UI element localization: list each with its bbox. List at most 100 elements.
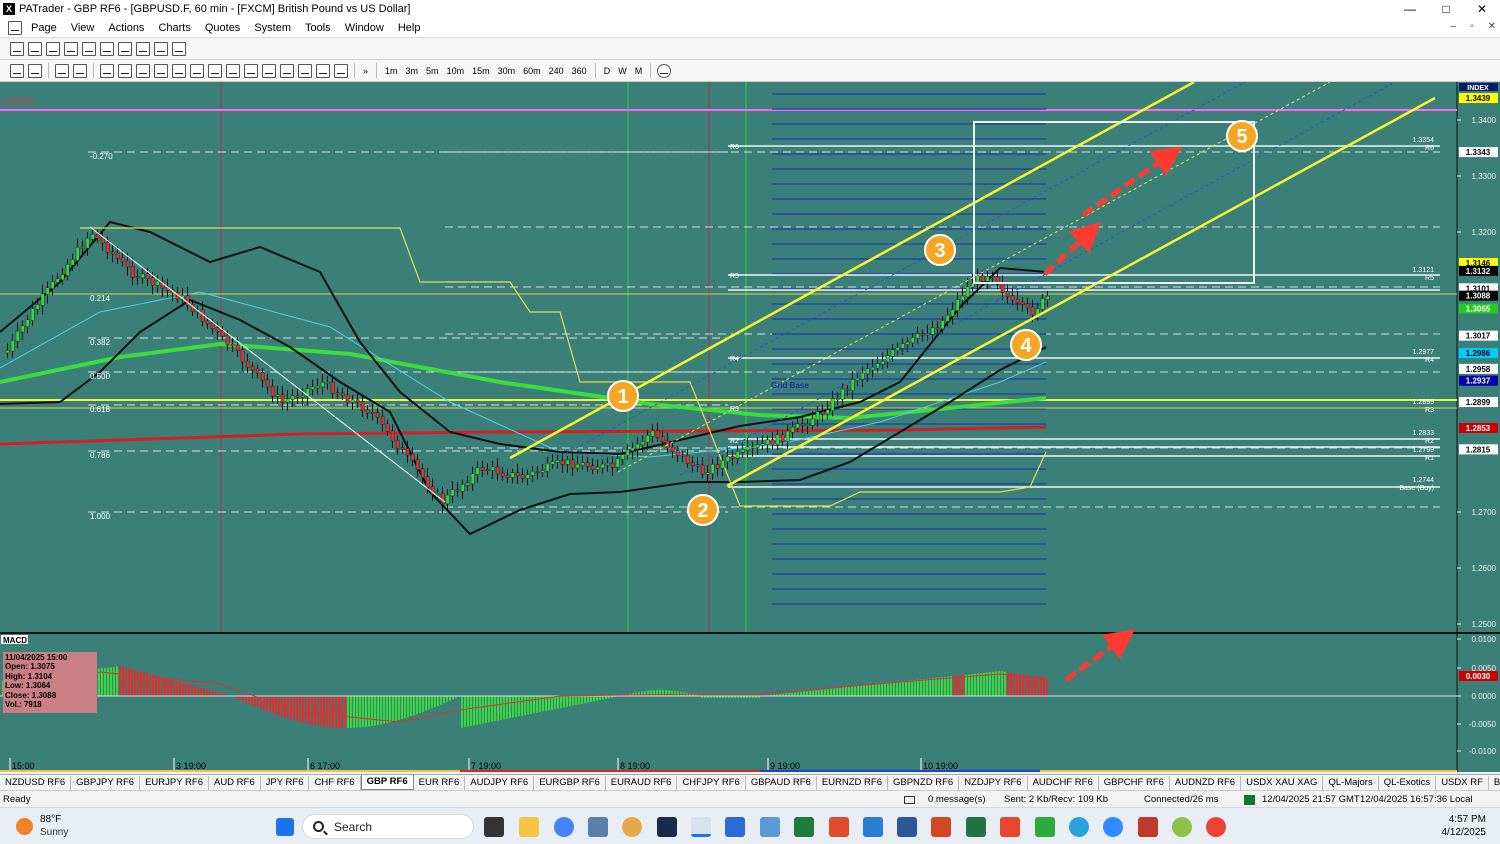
volume-chart-icon[interactable] — [172, 42, 186, 56]
candle-chart-icon[interactable] — [28, 42, 42, 56]
workspace-tab[interactable]: GBPAUD RF6 — [746, 775, 817, 790]
bar-chart-icon[interactable] — [10, 42, 24, 56]
menu-charts[interactable]: Charts — [151, 22, 197, 34]
menu-system[interactable]: System — [247, 22, 298, 34]
indicator-icon[interactable] — [55, 63, 69, 78]
app-icon-orange[interactable] — [622, 817, 642, 837]
telegram-icon[interactable] — [1069, 817, 1089, 837]
task-view-icon[interactable] — [484, 817, 504, 837]
crosshair-icon[interactable] — [73, 63, 87, 78]
mdi-minimize-button[interactable]: – — [1451, 21, 1457, 32]
clock-time[interactable]: 4:57 PM — [1446, 814, 1486, 825]
grid-icon[interactable] — [316, 63, 330, 78]
patrader-taskbar-icon[interactable] — [691, 817, 711, 837]
chrome-icon[interactable] — [554, 817, 574, 837]
horizontal-line-icon[interactable] — [118, 63, 132, 78]
trend-line-icon[interactable] — [154, 63, 168, 78]
workspace-tab[interactable]: AUDCHF RF6 — [1028, 775, 1099, 790]
timeframe-360[interactable]: 360 — [568, 66, 591, 76]
pointer-icon[interactable] — [100, 63, 114, 78]
workspace-tab[interactable]: USDX RF — [1436, 775, 1489, 790]
word-icon[interactable] — [897, 817, 917, 837]
period-monthly[interactable]: M — [631, 66, 647, 76]
workspace-tab[interactable]: EURNZD RF6 — [817, 775, 888, 790]
close-button[interactable]: ✕ — [1464, 0, 1500, 18]
heikin-ashi-icon[interactable] — [154, 42, 168, 56]
mdi-restore-button[interactable]: ▫ — [1470, 21, 1474, 32]
menu-view[interactable]: View — [64, 22, 102, 34]
menu-help[interactable]: Help — [391, 22, 428, 34]
period-weekly[interactable]: W — [614, 66, 631, 76]
powerpoint-icon[interactable] — [931, 817, 951, 837]
vertical-line-icon[interactable] — [136, 63, 150, 78]
taskbar-search[interactable]: Search — [302, 814, 474, 839]
chart-area[interactable]: 1.3400 1.3300 1.3200 1.2700 1.2600 1.2500 0.01… — [0, 82, 1500, 772]
timeframe-10m[interactable]: 10m — [443, 66, 469, 76]
gann-icon[interactable] — [262, 63, 276, 78]
workspace-tab[interactable]: AUD RF6 — [209, 775, 261, 790]
channel-icon[interactable] — [172, 63, 186, 78]
workspace-tab[interactable]: CHFJPY RF6 — [677, 775, 746, 790]
chart-canvas[interactable]: 1.3400 1.3300 1.3200 1.2700 1.2600 1.2500 0.01… — [0, 82, 1500, 772]
timeframe-240[interactable]: 240 — [545, 66, 568, 76]
minimize-button[interactable]: — — [1392, 0, 1428, 18]
workspace-tab[interactable]: CHF RF6 — [309, 775, 361, 790]
fib-extension-icon[interactable] — [226, 63, 240, 78]
timeframe-1m[interactable]: 1m — [381, 66, 402, 76]
workspace-tab[interactable]: GBPNZD RF6 — [888, 775, 960, 790]
zoom-icon[interactable] — [1103, 817, 1123, 837]
ohlc-chart-icon[interactable] — [46, 42, 60, 56]
mail-icon[interactable] — [904, 796, 915, 804]
renko-chart-icon[interactable] — [118, 42, 132, 56]
workspace-tab[interactable]: GBP RF6 — [360, 775, 414, 790]
text-icon[interactable] — [298, 63, 312, 78]
point-figure-icon[interactable] — [136, 42, 150, 56]
pivot-icon[interactable] — [334, 63, 348, 78]
buy-sell-icon[interactable] — [10, 63, 24, 78]
workspace-tab[interactable]: AUDNZD RF6 — [1170, 775, 1242, 790]
timeframe-60m[interactable]: 60m — [519, 66, 545, 76]
workspace-tab[interactable]: QL-Exotics — [1379, 775, 1437, 790]
notes-app-icon[interactable] — [725, 817, 745, 837]
workspace-tab[interactable]: AUDJPY RF6 — [465, 775, 535, 790]
page-icon[interactable] — [8, 20, 22, 35]
workspace-tab[interactable]: NZDJPY RF6 — [959, 775, 1028, 790]
workspace-tab[interactable]: EURAUD RF6 — [606, 775, 678, 790]
app-icon-c-green[interactable] — [1035, 817, 1055, 837]
workspace-tab[interactable]: GBPCHF RF6 — [1099, 775, 1170, 790]
price-pane[interactable] — [0, 82, 1457, 632]
workspace-tab[interactable]: GBPJPY RF6 — [71, 775, 141, 790]
clock-icon[interactable] — [657, 63, 672, 78]
kagi-chart-icon[interactable] — [100, 42, 114, 56]
alert-icon[interactable] — [28, 63, 42, 78]
timeframe-15m[interactable]: 15m — [468, 66, 494, 76]
workspace-tab[interactable]: JPY RF6 — [261, 775, 310, 790]
workspace-tab[interactable]: EUR RF6 — [414, 775, 466, 790]
menu-window[interactable]: Window — [338, 22, 391, 34]
excel-icon[interactable] — [966, 817, 986, 837]
calculator-icon[interactable] — [588, 817, 608, 837]
timeframe-5m[interactable]: 5m — [422, 66, 443, 76]
maximize-button[interactable]: □ — [1428, 0, 1464, 18]
file-explorer-icon[interactable] — [519, 817, 539, 837]
timeframe-3m[interactable]: 3m — [402, 66, 423, 76]
menu-actions[interactable]: Actions — [101, 22, 151, 34]
menu-page[interactable]: Page — [24, 22, 64, 34]
mdi-close-button[interactable]: ✕ — [1488, 21, 1496, 32]
rectangle-icon[interactable] — [280, 63, 294, 78]
period-daily[interactable]: D — [600, 66, 615, 76]
app-icon-s-red[interactable] — [829, 817, 849, 837]
area-chart-icon[interactable] — [82, 42, 96, 56]
workspace-tab[interactable]: Bitcoin — [1489, 776, 1500, 790]
pitchfork-icon[interactable] — [190, 63, 204, 78]
chrome-alt-icon[interactable] — [1206, 817, 1226, 837]
weather-temp[interactable]: 88°F — [40, 814, 61, 825]
fibonacci-icon[interactable] — [208, 63, 222, 78]
menu-tools[interactable]: Tools — [298, 22, 338, 34]
weather-desc[interactable]: Sunny — [40, 827, 68, 838]
workspace-tab[interactable]: QL-Majors — [1323, 775, 1379, 790]
workspace-tab[interactable]: EURJPY RF6 — [140, 775, 209, 790]
line-chart-icon[interactable] — [64, 42, 78, 56]
app-icon-c-red[interactable] — [1000, 817, 1020, 837]
app-icon-ic[interactable] — [657, 817, 677, 837]
